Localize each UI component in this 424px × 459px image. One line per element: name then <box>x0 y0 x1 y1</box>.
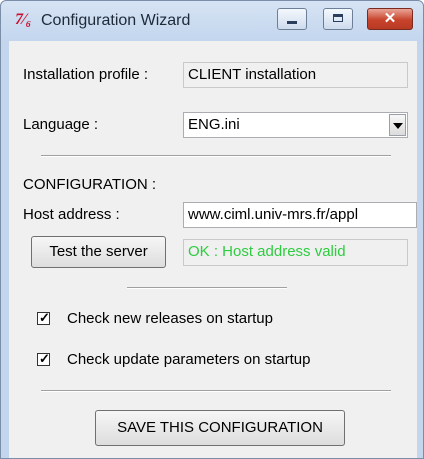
separator <box>41 390 391 392</box>
configuration-heading: CONFIGURATION : <box>23 176 157 193</box>
separator <box>41 155 391 157</box>
window-title: Configuration Wizard <box>41 12 191 29</box>
save-configuration-button[interactable]: SAVE THIS CONFIGURATION <box>95 410 345 446</box>
test-server-button[interactable]: Test the server <box>31 236 166 268</box>
language-label: Language : <box>23 116 99 133</box>
language-select[interactable]: ENG.ini <box>183 112 408 138</box>
dropdown-button[interactable] <box>389 114 406 136</box>
close-button[interactable]: ✕ <box>367 8 413 30</box>
separator <box>127 287 287 289</box>
check-releases-checkbox[interactable]: ✓ <box>37 310 50 325</box>
minimize-icon <box>287 21 297 24</box>
configuration-wizard-window: 7⁄₆ Configuration Wizard ✕ Installation … <box>0 0 424 459</box>
host-status-text: OK : Host address valid <box>183 239 408 266</box>
maximize-button[interactable] <box>323 8 353 30</box>
checkmark-icon: ✓ <box>39 351 50 366</box>
minimize-button[interactable] <box>277 8 307 30</box>
wizard-body: Installation profile : CLIENT installati… <box>9 41 417 458</box>
maximize-icon <box>333 14 343 22</box>
tk-feather-icon: 7⁄₆ <box>15 11 32 28</box>
host-address-input[interactable]: www.ciml.univ-mrs.fr/appl <box>183 202 417 228</box>
check-releases-label[interactable]: Check new releases on startup <box>67 309 273 329</box>
installation-profile-value: CLIENT installation <box>183 62 408 88</box>
installation-profile-label: Installation profile : <box>23 66 149 83</box>
check-parameters-label[interactable]: Check update parameters on startup <box>67 350 310 370</box>
close-icon: ✕ <box>383 10 397 27</box>
checkmark-icon: ✓ <box>39 310 50 325</box>
host-address-label: Host address : <box>23 206 120 223</box>
chevron-down-icon <box>393 123 403 129</box>
check-parameters-checkbox[interactable]: ✓ <box>37 351 50 366</box>
title-bar[interactable]: 7⁄₆ Configuration Wizard ✕ <box>1 1 423 41</box>
language-selected-value: ENG.ini <box>188 116 240 133</box>
